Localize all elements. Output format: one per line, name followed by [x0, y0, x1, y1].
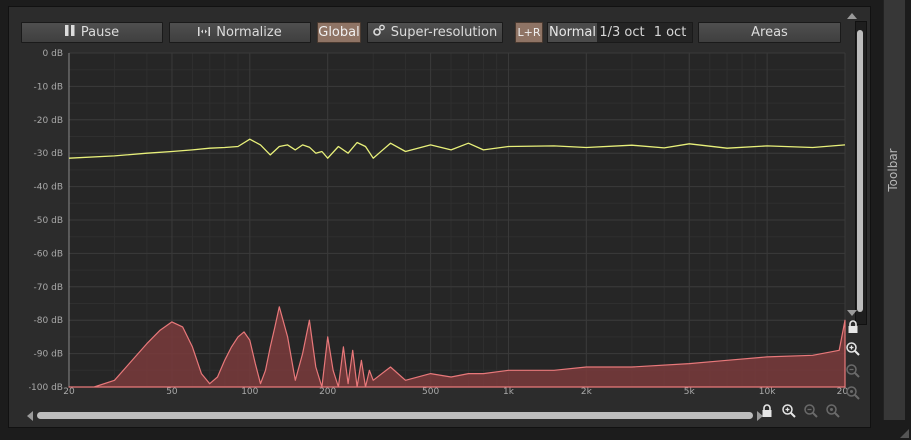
y-tick-label: -20 dB [34, 116, 63, 126]
normalize-button-label: Normalize [216, 25, 282, 40]
x-tick-label: 200 [319, 387, 336, 395]
toolbar-side-panel[interactable] [883, 0, 905, 420]
x-tick-label: 500 [422, 387, 439, 395]
toolbar-panel-label: Toolbar [886, 148, 900, 192]
resolution-octave[interactable]: 1 oct [647, 23, 693, 42]
y-tick-label: -40 dB [34, 183, 63, 193]
y-tick-label: -30 dB [34, 149, 63, 159]
resolution-selector: Normal 1/3 oct 1 oct [547, 22, 693, 43]
vertical-zoom-reset-icon[interactable] [845, 385, 861, 401]
vertical-lock-icon[interactable] [845, 319, 861, 335]
spectrum-chart: 0 dB -10 dB -20 dB -30 dB -40 dB -50 dB -60 dB… [29, 49, 847, 395]
analyzer-frame: Pause Normalize Global Super-resolution … [8, 6, 871, 428]
horizontal-lock-icon[interactable] [759, 403, 775, 419]
spectrum-plot[interactable]: 0 dB -10 dB -20 dB -30 dB -40 dB -50 dB -60 dB… [29, 47, 847, 395]
x-tick-label: 20 [63, 387, 75, 395]
horizontal-zoom-out-icon[interactable] [803, 403, 819, 419]
lr-channel-label: L+R [517, 26, 541, 39]
scroll-down-arrow-icon[interactable] [847, 310, 857, 316]
x-tick-label: 5k [684, 387, 696, 395]
global-toggle[interactable]: Global [317, 22, 361, 43]
horizontal-scroll-thumb[interactable] [37, 412, 753, 419]
pause-button[interactable]: Pause [21, 22, 163, 43]
resolution-normal[interactable]: Normal [548, 23, 597, 42]
x-tick-label: 1k [503, 387, 515, 395]
super-resolution-button[interactable]: Super-resolution [367, 22, 503, 43]
y-tick-label: 0 dB [43, 49, 63, 59]
gears-icon [372, 23, 385, 42]
global-toggle-label: Global [318, 25, 360, 40]
x-tick-label: 2k [581, 387, 593, 395]
vertical-zoom-out-icon[interactable] [845, 363, 861, 379]
x-tick-label: 100 [241, 387, 258, 395]
y-tick-label: -70 dB [34, 283, 63, 293]
y-tick-label: -50 dB [34, 216, 63, 226]
resolution-third-octave[interactable]: 1/3 oct [597, 23, 647, 42]
pause-button-label: Pause [80, 25, 120, 40]
areas-button-label: Areas [751, 25, 788, 40]
lr-channel-toggle[interactable]: L+R [515, 22, 543, 43]
vertical-scrollbar[interactable] [855, 21, 867, 325]
vertical-zoom-in-icon[interactable] [845, 341, 861, 357]
y-tick-label: -90 dB [34, 350, 63, 360]
x-tick-label: 10k [759, 387, 776, 395]
resize-grip-icon[interactable] [900, 429, 909, 438]
horizontal-scrollbar[interactable] [27, 410, 767, 422]
x-tick-label: 50 [166, 387, 178, 395]
scroll-up-arrow-icon[interactable] [847, 13, 857, 19]
normalize-button[interactable]: Normalize [169, 22, 311, 43]
y-tick-label: -10 dB [34, 82, 63, 92]
super-resolution-label: Super-resolution [390, 25, 498, 40]
horizontal-zoom-reset-icon[interactable] [825, 403, 841, 419]
areas-button[interactable]: Areas [698, 22, 841, 43]
y-tick-label: -100 dB [29, 383, 63, 393]
y-tick-label: -80 dB [34, 316, 63, 326]
vertical-scroll-thumb[interactable] [857, 30, 863, 312]
y-tick-label: -60 dB [34, 249, 63, 259]
normalize-icon [198, 23, 211, 42]
horizontal-zoom-in-icon[interactable] [781, 403, 797, 419]
scroll-left-arrow-icon[interactable] [27, 411, 33, 421]
pause-icon [64, 23, 75, 42]
